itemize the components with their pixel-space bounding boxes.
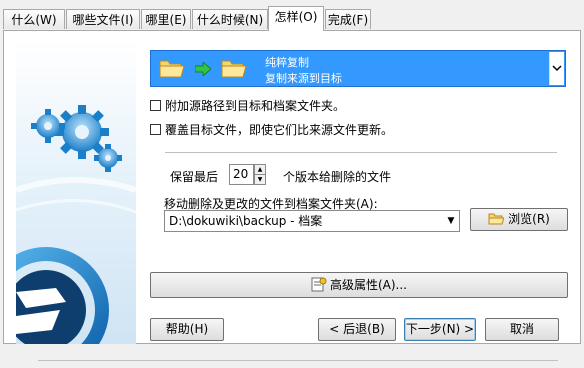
advanced-attributes-label: 高级属性(A)...	[329, 278, 408, 292]
versions-suffix-label: 个版本给删除的文件	[283, 170, 392, 184]
advanced-attributes-button[interactable]: 高级属性(A)...	[150, 272, 568, 298]
arrow-right-icon	[194, 60, 212, 79]
tab-how[interactable]: 怎样(O)	[268, 6, 324, 31]
append-path-checkbox[interactable]	[150, 100, 161, 111]
spin-up-icon[interactable]: ▲	[255, 165, 265, 175]
wizard-sidebar-graphic	[16, 40, 136, 344]
browse-button[interactable]: 浏览(R)	[470, 208, 568, 231]
spin-down-icon[interactable]: ▼	[255, 175, 265, 184]
archive-path-combo[interactable]: D:\dokuwiki\backup - 档案 ▼	[164, 210, 460, 232]
keep-last-label: 保留最后	[170, 170, 219, 184]
bottom-divider	[38, 360, 558, 361]
separator	[165, 152, 557, 153]
source-folder-icon	[159, 57, 185, 82]
archive-path-value: D:\dokuwiki\backup - 档案	[169, 214, 323, 228]
append-path-label: 附加源路径到目标和档案文件夹。	[165, 99, 346, 113]
dropdown-caret[interactable]	[549, 52, 564, 85]
versions-spinner[interactable]: ▲ ▼	[254, 164, 266, 185]
chevron-down-icon[interactable]: ▼	[445, 211, 457, 231]
overwrite-checkbox[interactable]	[150, 124, 161, 135]
versions-count-input[interactable]: 20	[229, 164, 254, 185]
tab-where[interactable]: 哪里(E)	[141, 9, 191, 29]
tab-finish[interactable]: 完成(F)	[325, 9, 371, 29]
help-button[interactable]: 帮助(H)	[150, 318, 224, 341]
back-button[interactable]: < 后退(B)	[318, 318, 396, 341]
copy-mode-title: 纯粹复制	[265, 56, 309, 69]
copy-mode-dropdown[interactable]: 纯粹复制 复制来源到目标	[150, 50, 566, 87]
chevron-down-icon	[552, 65, 562, 72]
overwrite-label: 覆盖目标文件，即使它们比来源文件更新。	[165, 123, 394, 137]
copy-mode-subtitle: 复制来源到目标	[265, 72, 342, 85]
target-folder-icon	[221, 57, 247, 82]
settings-icon	[311, 276, 327, 300]
tab-what[interactable]: 什么(W)	[3, 9, 65, 29]
wizard-tabs: 什么(W) 哪些文件(I) 哪里(E) 什么时候(N) 怎样(O) 完成(F)	[0, 6, 584, 31]
folder-open-icon	[488, 212, 505, 233]
next-button[interactable]: 下一步(N) >	[404, 318, 476, 341]
cancel-button[interactable]: 取消	[485, 318, 559, 341]
tab-which-files[interactable]: 哪些文件(I)	[66, 9, 140, 29]
gears-logo-illustration	[16, 105, 136, 344]
tab-when[interactable]: 什么时候(N)	[192, 9, 268, 29]
browse-label: 浏览(R)	[508, 212, 550, 226]
